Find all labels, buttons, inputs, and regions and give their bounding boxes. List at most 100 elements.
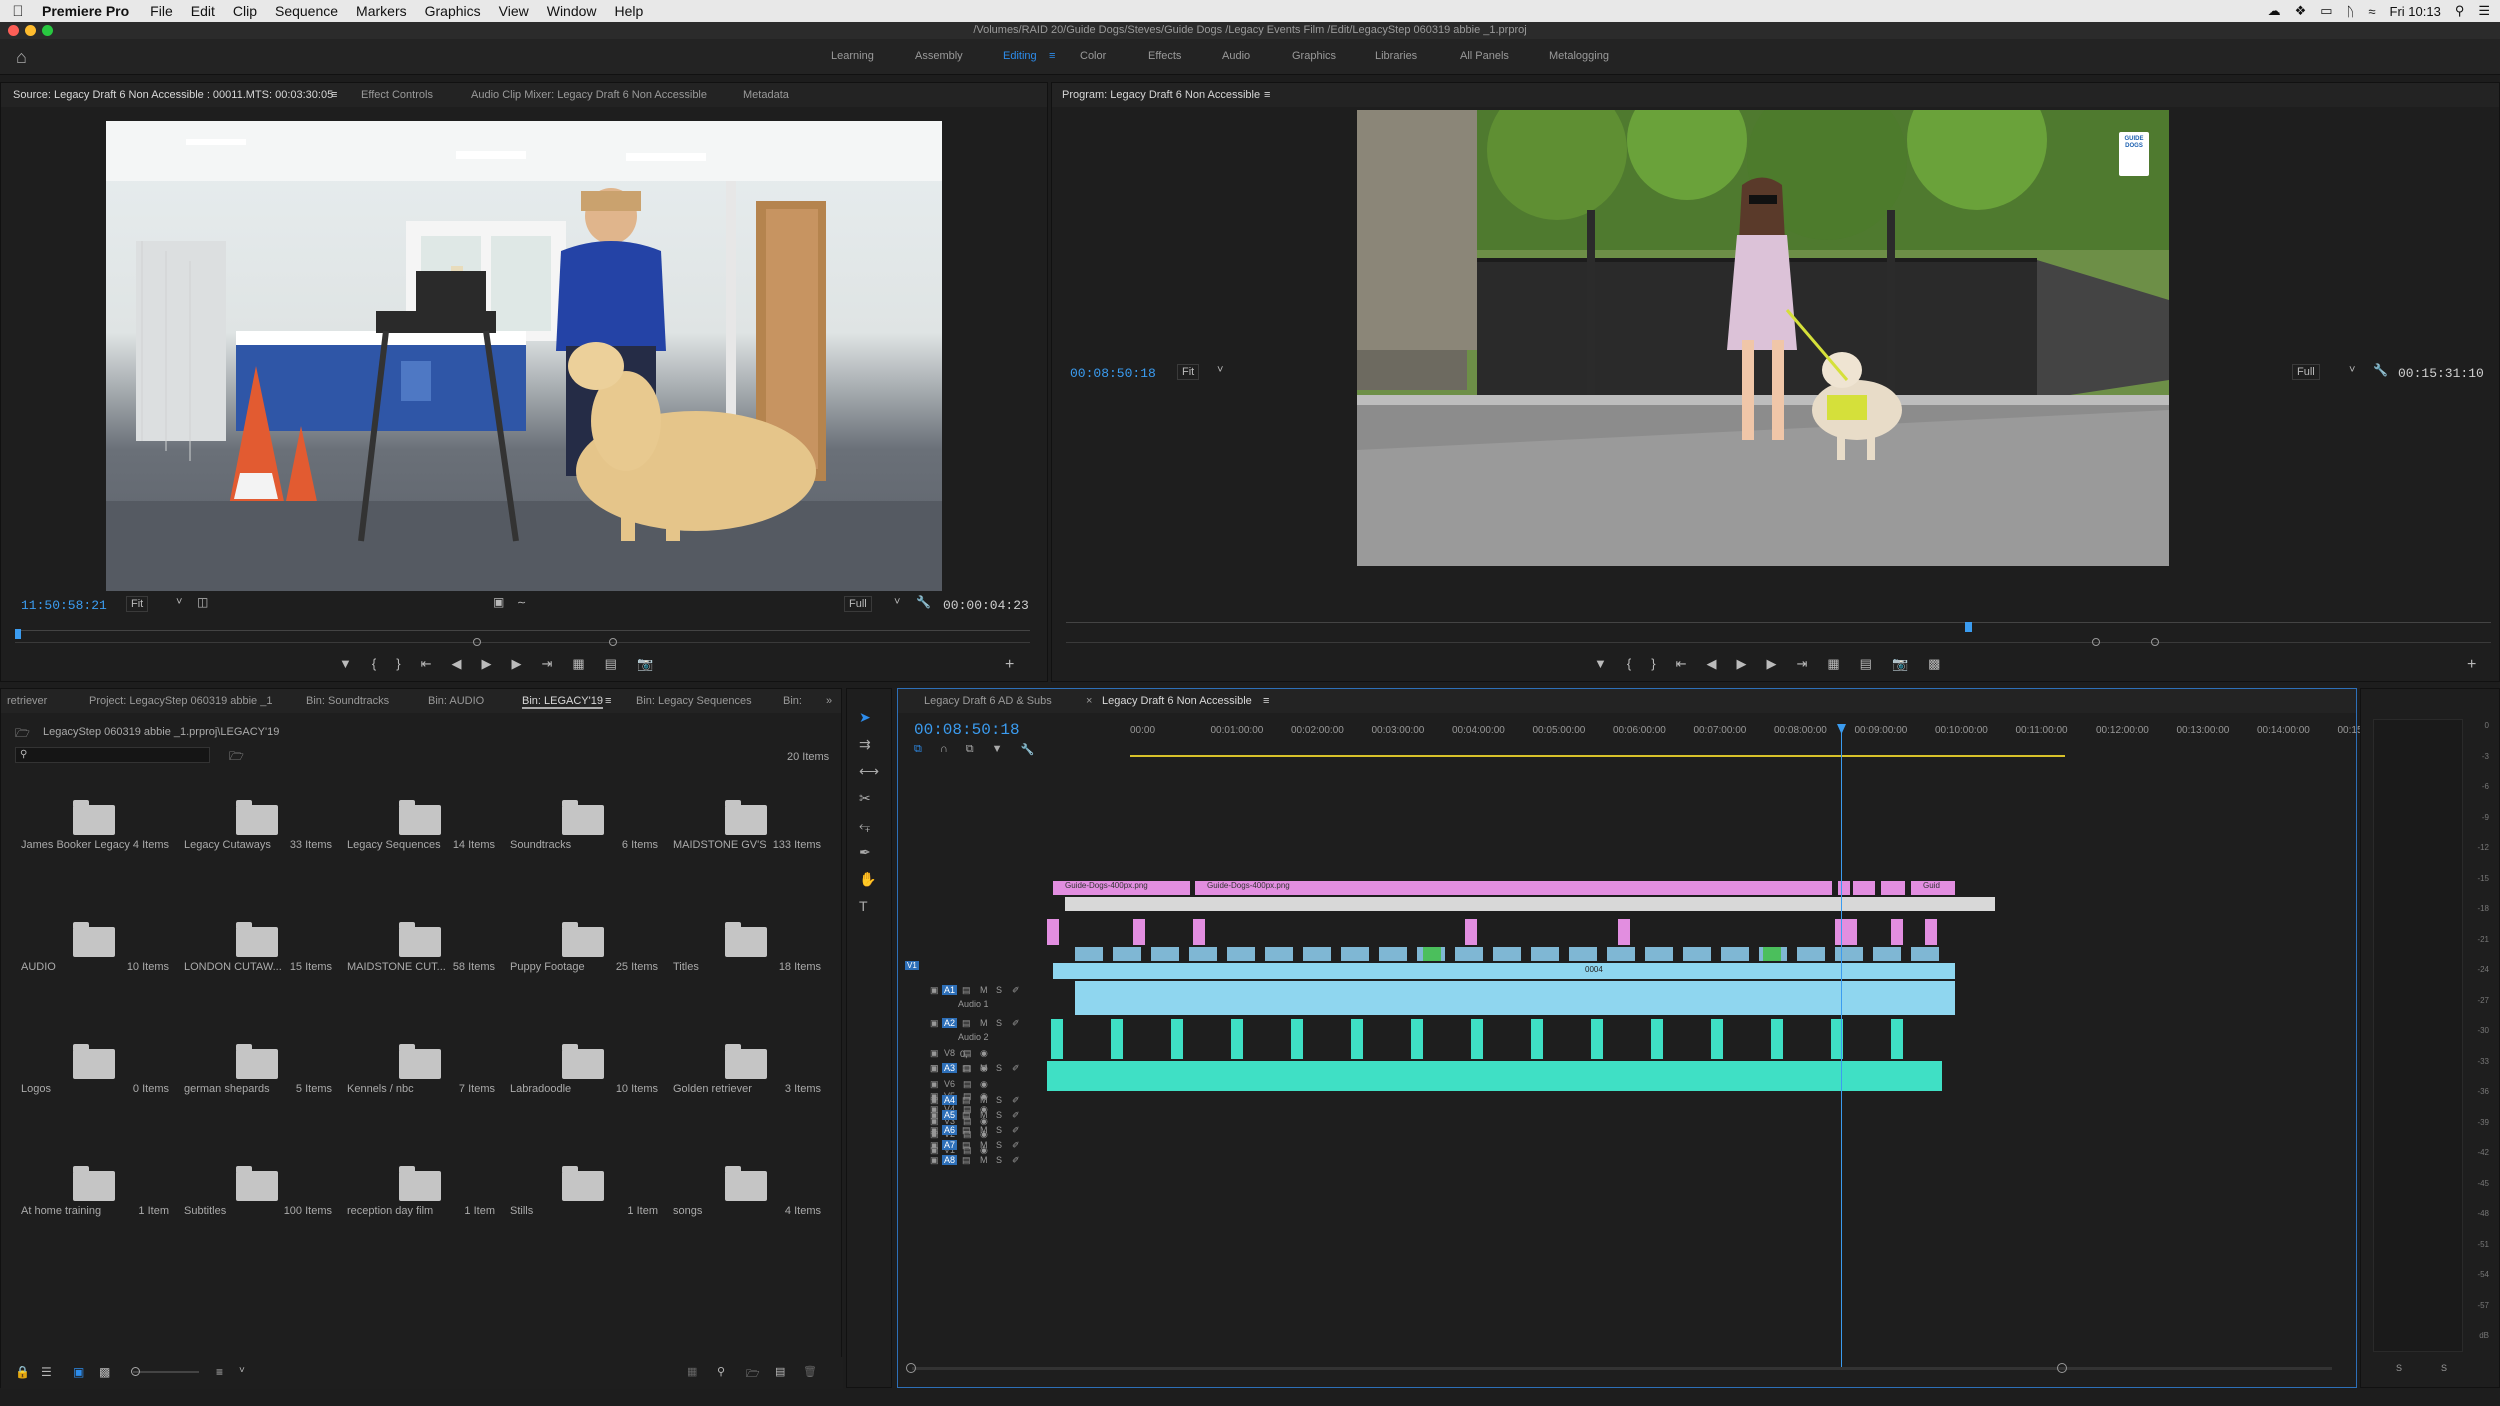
bin-folder[interactable]: At home training 1 Item	[15, 1159, 175, 1279]
zoom-handle-left[interactable]	[2092, 638, 2100, 646]
sync-icon[interactable]: ▤	[962, 1125, 971, 1136]
zoom-handle-right[interactable]	[609, 638, 617, 646]
new-bin-icon[interactable]: 🗁	[746, 1365, 760, 1384]
video-clip[interactable]	[1455, 947, 1483, 961]
mic-icon[interactable]: ✐	[1012, 1155, 1020, 1166]
export-frame-icon[interactable]: 📷	[1892, 656, 1908, 672]
audio-waveform-a2[interactable]	[1591, 1019, 1603, 1059]
list-view-icon[interactable]: ☰	[41, 1365, 52, 1379]
track-label[interactable]: A1	[942, 985, 958, 995]
slip-tool-icon[interactable]: ⥆	[859, 817, 879, 834]
cloud-icon[interactable]: ☁	[2268, 3, 2281, 19]
menu-file[interactable]: File	[141, 3, 182, 19]
eye-icon[interactable]: ◉	[980, 1079, 988, 1090]
lock-icon[interactable]: ▣	[930, 1079, 939, 1090]
tab-project[interactable]: Project: LegacyStep 060319 abbie _1	[89, 695, 272, 707]
go-to-out-icon[interactable]: ⇥	[1796, 656, 1807, 672]
chevron-down-icon[interactable]: ˅	[2349, 364, 2355, 376]
solo-button[interactable]: S	[996, 1155, 1002, 1165]
audio-waveform-a2[interactable]	[1471, 1019, 1483, 1059]
video-clip[interactable]	[1493, 947, 1521, 961]
tab-effect-controls[interactable]: Effect Controls	[361, 89, 433, 101]
graphic-clip[interactable]	[1881, 881, 1905, 895]
mark-in-icon[interactable]: {	[372, 656, 376, 672]
play-icon[interactable]: ▶	[481, 656, 491, 672]
source-timecode[interactable]: 11:50:58:21	[21, 598, 107, 613]
audio-waveform-a2[interactable]	[1531, 1019, 1543, 1059]
video-clip[interactable]	[1683, 947, 1711, 961]
audio-waveform-a2[interactable]	[1111, 1019, 1123, 1059]
audio-clip-a1[interactable]	[1075, 981, 1955, 1015]
track-label[interactable]: V8	[944, 1048, 955, 1058]
mic-icon[interactable]: ✐	[1012, 1063, 1020, 1074]
video-clip[interactable]	[1189, 947, 1217, 961]
bin-folder[interactable]: Golden retriever 3 Items	[667, 1037, 827, 1157]
mute-button[interactable]: M	[980, 1155, 988, 1165]
chevron-down-icon[interactable]: ˅	[239, 1365, 245, 1376]
audio-level-readout[interactable]: 0,	[960, 1049, 968, 1059]
program-video-frame[interactable]: GUIDE DOGS	[1357, 110, 2169, 566]
video-clip-v1[interactable]	[1053, 963, 1955, 979]
bin-folder[interactable]: MAIDSTONE CUT... 58 Items	[341, 915, 501, 1035]
solo-button[interactable]: S	[996, 1140, 1002, 1150]
bin-folder[interactable]: reception day film 1 Item	[341, 1159, 501, 1279]
menu-sequence[interactable]: Sequence	[266, 3, 347, 19]
menu-clip[interactable]: Clip	[224, 3, 266, 19]
extract-icon[interactable]: ▤	[1860, 656, 1872, 672]
menu-graphics[interactable]: Graphics	[416, 3, 490, 19]
program-playhead[interactable]	[1965, 622, 1972, 632]
program-zoom-bar[interactable]	[1066, 642, 2491, 643]
menubar-clock[interactable]: Fri 10:13	[2390, 4, 2441, 19]
mark-out-icon[interactable]: }	[396, 656, 400, 672]
video-clip[interactable]	[1835, 947, 1863, 961]
graphic-clip[interactable]	[1891, 919, 1903, 945]
zoom-slider-handle[interactable]	[131, 1367, 140, 1376]
notification-icon[interactable]: ☰	[2478, 3, 2490, 19]
sync-icon[interactable]: ▤	[962, 1140, 971, 1151]
bluetooth-icon[interactable]: ᚢ	[2347, 4, 2355, 19]
track-label[interactable]: A5	[942, 1110, 958, 1120]
workspace-menu-icon[interactable]: ≡	[1049, 50, 1055, 62]
dropbox-icon[interactable]: ❖	[2295, 3, 2307, 19]
audio-waveform-a2[interactable]	[1651, 1019, 1663, 1059]
audio-clip-a3[interactable]	[1047, 1061, 1942, 1091]
tab-program[interactable]: Program: Legacy Draft 6 Non Accessible	[1062, 89, 1260, 101]
tab-metadata[interactable]: Metadata	[743, 89, 789, 101]
menu-edit[interactable]: Edit	[182, 3, 224, 19]
graphic-clip[interactable]	[1193, 919, 1205, 945]
tab-bin-legacy-sequences[interactable]: Bin: Legacy Sequences	[636, 695, 752, 707]
eye-icon[interactable]: ◉	[980, 1048, 988, 1059]
track-label[interactable]: A6	[942, 1125, 958, 1135]
track-label[interactable]: V6	[944, 1079, 955, 1089]
new-item-icon[interactable]: ▤	[775, 1365, 785, 1378]
zoom-handle-left[interactable]	[473, 638, 481, 646]
tab-menu-icon[interactable]: ≡	[331, 89, 337, 101]
audio-waveform-a2[interactable]	[1051, 1019, 1063, 1059]
sync-icon[interactable]: ▤	[962, 1063, 971, 1074]
mute-button[interactable]: M	[980, 985, 988, 995]
mute-button[interactable]: M	[980, 1063, 988, 1073]
sync-icon[interactable]: ▤	[962, 985, 971, 996]
automate-icon[interactable]: ▦	[687, 1365, 697, 1378]
mark-in-icon[interactable]: {	[1627, 656, 1631, 672]
graphic-clip[interactable]	[1133, 919, 1145, 945]
bin-folder[interactable]: Legacy Cutaways 33 Items	[178, 793, 338, 913]
video-clip[interactable]	[1797, 947, 1825, 961]
wifi-icon[interactable]: ≈	[2368, 4, 2375, 19]
zoom-slider[interactable]	[133, 1371, 199, 1373]
video-clip[interactable]	[1303, 947, 1331, 961]
lock-icon[interactable]: ▣	[930, 1155, 939, 1166]
zoom-handle-left[interactable]	[906, 1363, 916, 1373]
bin-folder[interactable]: german shepards 5 Items	[178, 1037, 338, 1157]
source-quality-dropdown[interactable]: Full	[844, 596, 872, 612]
bin-folder[interactable]: Legacy Sequences 14 Items	[341, 793, 501, 913]
subtitle-clip[interactable]	[1983, 897, 1995, 911]
workspace-graphics[interactable]: Graphics	[1292, 50, 1336, 62]
bin-folder[interactable]: MAIDSTONE GV'S 133 Items	[667, 793, 827, 913]
sync-icon[interactable]: ▤	[962, 1095, 971, 1106]
workspace-metalogging[interactable]: Metalogging	[1549, 50, 1609, 62]
mic-icon[interactable]: ✐	[1012, 1110, 1020, 1121]
video-clip[interactable]	[1645, 947, 1673, 961]
track-label[interactable]: A3	[942, 1063, 958, 1073]
graphic-clip[interactable]: Guide-Dogs-400px.png	[1053, 881, 1190, 895]
